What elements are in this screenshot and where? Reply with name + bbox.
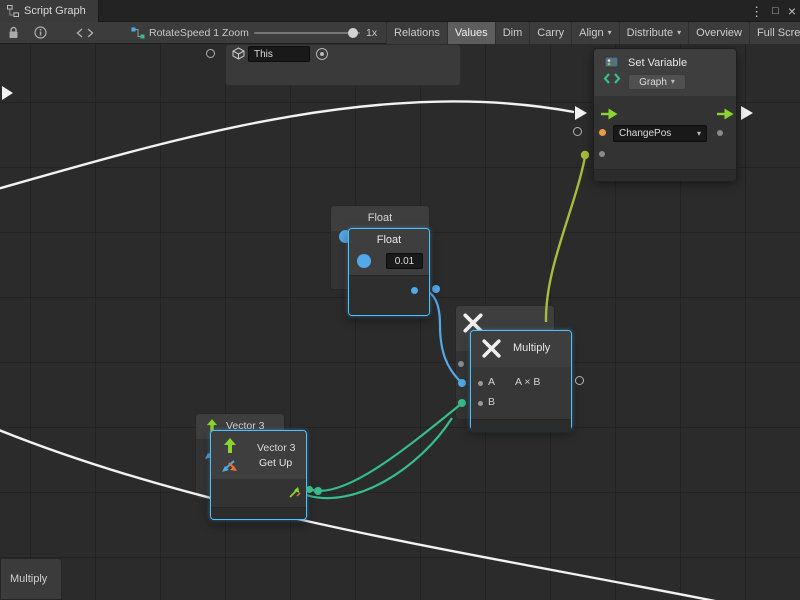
node-footer (594, 169, 736, 181)
toolbar-buttons: Relations Values Dim Carry Align▾ Distri… (386, 22, 800, 44)
node-footer (471, 419, 571, 431)
zoom-slider-track[interactable] (254, 32, 360, 34)
script-graph-icon (7, 5, 19, 17)
node-title: Multiply (513, 342, 550, 354)
chevron-down-icon: ▾ (677, 29, 681, 37)
close-icon[interactable]: × (788, 4, 796, 18)
cube-icon (232, 47, 245, 60)
info-icon[interactable] (34, 26, 47, 42)
vector-result-icon (287, 486, 302, 499)
graph-toolbar: RotateSpeed 1 Zoom 1x Relations Values D… (0, 22, 800, 44)
node-title: Float (349, 234, 429, 246)
this-target-field[interactable]: This (248, 46, 310, 62)
flow-out-arrow (741, 106, 753, 120)
multiply-x-icon (481, 338, 502, 359)
port-b-dot[interactable] (478, 401, 483, 406)
variable-out-port[interactable] (717, 130, 723, 136)
this-output-port[interactable] (316, 48, 328, 60)
set-variable-icon (602, 56, 622, 86)
carry-button[interactable]: Carry (529, 22, 571, 44)
values-button[interactable]: Values (447, 22, 495, 44)
zoom-label: Zoom (222, 27, 249, 39)
this-label: This (254, 49, 273, 60)
up-arrow-icon (223, 438, 237, 454)
node-title: Multiply (10, 573, 47, 585)
maximize-icon[interactable]: □ (772, 6, 779, 17)
unity-visual-scripting-window: Float Vector 3 (0, 0, 800, 600)
align-button[interactable]: Align▾ (571, 22, 618, 44)
flow-edge-arrow (2, 86, 13, 100)
value-wire-multiply-to-setvariable[interactable] (546, 151, 589, 322)
node-this[interactable]: This (230, 45, 335, 65)
script-machine-icon (131, 27, 145, 42)
port-a-label: A (488, 376, 495, 388)
flow-in-arrow-icon[interactable] (601, 108, 618, 120)
diagonal-arrows-icon (219, 458, 239, 475)
node-subtitle: Get Up (259, 457, 292, 469)
chevron-down-icon: ▾ (671, 78, 675, 86)
lock-icon[interactable] (8, 26, 19, 42)
graph-canvas[interactable]: Float Vector 3 (0, 0, 800, 600)
zoom-slider[interactable] (254, 23, 360, 43)
node-title: Set Variable (628, 57, 687, 69)
variable-scope-dropdown[interactable]: Graph ▾ (628, 74, 686, 90)
full-screen-button[interactable]: Full Screen (749, 22, 800, 44)
node-multiply-partial[interactable]: Multiply (0, 558, 62, 600)
multiply-output-port[interactable] (575, 376, 584, 385)
node-footer (211, 507, 306, 519)
zoom-slider-knob[interactable] (348, 28, 358, 38)
tab-title: Script Graph (24, 5, 86, 17)
port-a-dot[interactable] (478, 381, 483, 386)
distribute-button[interactable]: Distribute▾ (619, 22, 688, 44)
float-output-port[interactable] (411, 287, 418, 294)
vector-wire-to-multiply-b[interactable] (306, 361, 466, 498)
flow-wire-bottom[interactable] (0, 428, 730, 600)
node-multiply[interactable]: Multiply A A × B B (470, 330, 572, 430)
setvariable-open-port[interactable] (573, 127, 582, 136)
node-vector3-get-up[interactable]: Vector 3 Get Up (210, 430, 307, 520)
this-input-port[interactable] (206, 49, 215, 58)
variable-name-dropdown[interactable]: ChangePos ▾ (613, 125, 707, 142)
window-tab-bar: Script Graph ⋮ □ × (0, 0, 800, 22)
tab-script-graph[interactable]: Script Graph (0, 0, 99, 22)
node-title: Vector 3 (257, 442, 296, 454)
flow-out-arrow-icon[interactable] (717, 108, 734, 120)
result-label: A × B (515, 376, 540, 388)
flow-in-arrow (575, 106, 587, 120)
overview-button[interactable]: Overview (688, 22, 749, 44)
zoom-value: 1x (366, 27, 377, 39)
menu-icon[interactable]: ⋮ (750, 5, 763, 18)
port-b-label: B (488, 396, 495, 408)
dim-button[interactable]: Dim (495, 22, 530, 44)
float-value-field[interactable]: 0.01 (386, 253, 423, 269)
node-set-variable[interactable]: Set Variable Graph ▾ ChangePos ▾ (593, 48, 737, 180)
fallback-port[interactable] (599, 151, 605, 157)
relations-button[interactable]: Relations (386, 22, 447, 44)
code-icon[interactable] (76, 28, 94, 41)
node-title: Float (331, 212, 429, 224)
chevron-down-icon: ▾ (697, 130, 701, 138)
window-controls: ⋮ □ × (750, 0, 796, 22)
vector3-output-port[interactable] (306, 486, 313, 493)
variable-value-port[interactable] (599, 129, 606, 136)
float-input-port[interactable] (357, 254, 371, 268)
node-float[interactable]: Float 0.01 (348, 228, 430, 316)
macro-breadcrumb[interactable]: RotateSpeed 1 (149, 27, 219, 39)
chevron-down-icon: ▾ (608, 29, 612, 37)
